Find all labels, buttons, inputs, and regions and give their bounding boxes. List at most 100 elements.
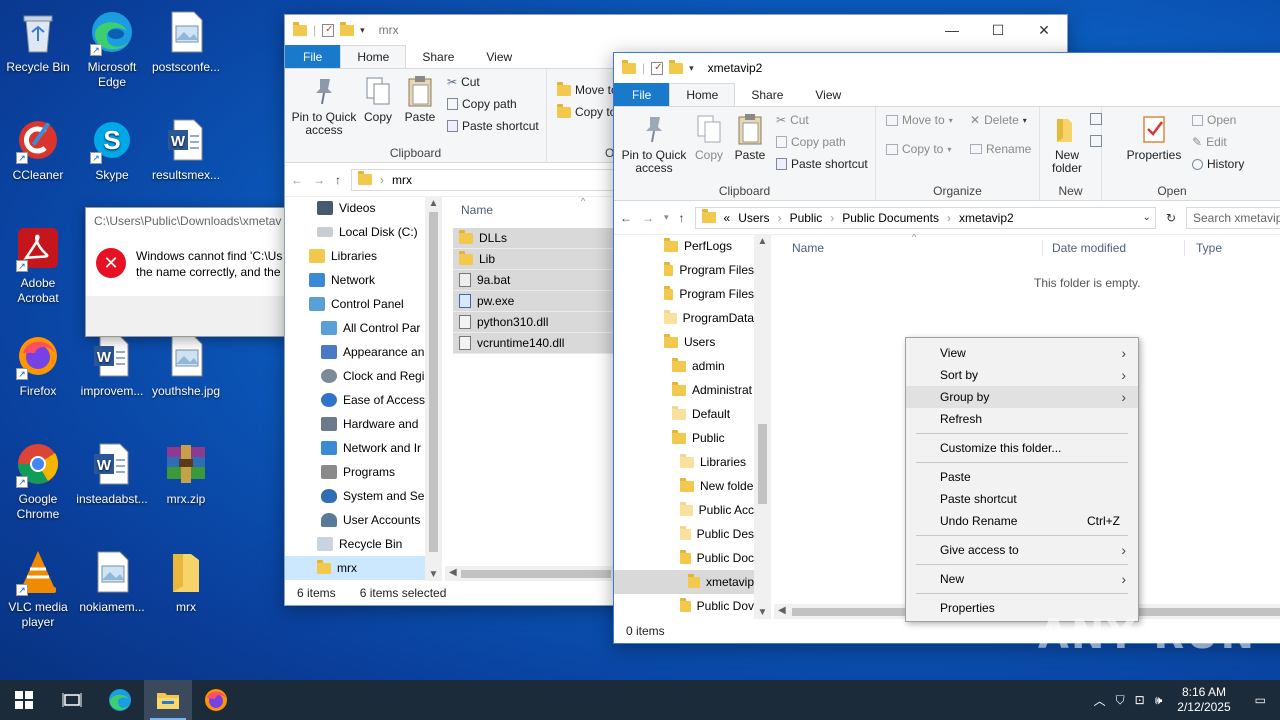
pin-quick-access-button[interactable]: Pin to Quick access [618,113,690,175]
nav-item-users[interactable]: Users [664,330,754,354]
column-header-type[interactable]: Type [1196,241,1222,255]
nav-item-videos[interactable]: Videos [317,196,425,220]
quick-access-dropdown-icon[interactable]: ▾ [689,63,694,74]
nav-scrollbar[interactable]: ▲ ▼ [754,234,771,620]
file-row-vcruntime140-dll[interactable]: vcruntime140.dll [453,333,613,354]
nav-item-program-files-x86[interactable]: Program Files [664,282,754,306]
volume-icon[interactable]: 🕪 [1150,693,1168,708]
hscrollbar-thumb[interactable] [461,570,611,578]
nav-item-public-account-pictures[interactable]: Public Acc [680,498,754,522]
close-button[interactable]: ✕ [1021,15,1067,45]
properties-quick-icon[interactable]: ✓ [651,61,664,75]
scroll-up-icon[interactable]: ▲ [754,236,771,247]
desktop-icon-mrx-folder[interactable]: mrx [148,548,224,615]
nav-item-mrx[interactable]: mrx [285,556,425,580]
move-to-button[interactable]: Move to [557,81,618,97]
minimize-button[interactable]: — [929,15,975,45]
nav-item-new-folder[interactable]: New folde [680,474,754,498]
back-icon[interactable]: ← [291,173,303,187]
nav-scrollbar-thumb[interactable] [758,424,767,504]
nav-item-libraries[interactable]: Libraries [680,450,754,474]
breadcrumb-overflow[interactable]: « [724,211,731,225]
nav-item-system-security[interactable]: System and Se [321,484,425,508]
file-row-python310-dll[interactable]: python310.dll [453,312,613,333]
new-folder-button[interactable]: New folder [1044,113,1090,175]
tab-view[interactable]: View [470,45,528,68]
desktop-icon-ccleaner[interactable]: ↗ CCleaner [0,116,76,183]
chevron-up-icon[interactable]: ︿ [1089,692,1111,709]
nav-item-local-disk[interactable]: Local Disk (C:) [317,220,425,244]
nav-item-default[interactable]: Default [672,402,754,426]
tab-home[interactable]: Home [669,83,736,106]
nav-item-ease-of-access[interactable]: Ease of Access [321,388,425,412]
menu-item-view[interactable]: View › [906,342,1138,364]
properties-quick-icon[interactable]: ✓ [322,23,335,37]
address-input[interactable]: « Users › Public › Public Documents › xm… [694,206,1156,229]
copy-button[interactable]: Copy [692,113,726,162]
paste-button[interactable]: Paste [732,113,768,162]
nav-item-libraries[interactable]: Libraries [309,244,425,268]
new-folder-quick-icon[interactable] [340,21,355,36]
history-button[interactable]: History [1192,157,1244,171]
nav-item-public-desktop[interactable]: Public Des [680,522,754,546]
search-input[interactable]: Search xmetavip [1186,206,1280,229]
nav-item-clock-region[interactable]: Clock and Regi [321,364,425,388]
desktop-icon-google-chrome[interactable]: ↗ Google Chrome [0,440,76,522]
paste-shortcut-button[interactable]: Paste shortcut [776,157,868,171]
clock[interactable]: 8:16 AM 2/12/2025 [1167,685,1240,715]
copy-button[interactable]: Copy [361,75,395,124]
move-to-button[interactable]: Move to ▾ [886,113,953,127]
up-icon[interactable]: ↑ [335,173,341,187]
start-button[interactable] [0,680,48,720]
new-item-icon[interactable] [1090,113,1102,125]
breadcrumb-mrx[interactable]: mrx [392,173,412,187]
menu-item-refresh[interactable]: Refresh [906,408,1138,430]
desktop-icon-firefox[interactable]: ↗ Firefox [0,332,76,399]
easy-access-icon[interactable] [1090,135,1102,147]
nav-item-public-downloads[interactable]: Public Dov [680,594,754,618]
taskbar-file-explorer-button[interactable] [144,680,192,720]
tab-file[interactable]: File [614,83,670,106]
copy-to-button[interactable]: Copy to ▾ [886,142,951,156]
menu-item-sort-by[interactable]: Sort by › [906,364,1138,386]
tab-share[interactable]: Share [406,45,470,68]
nav-scrollbar-thumb[interactable] [429,212,438,552]
task-view-button[interactable] [48,680,96,720]
desktop-icon-adobe-acrobat[interactable]: ↗ Adobe Acrobat [0,224,76,306]
file-list-hscrollbar[interactable]: ◀ [445,566,615,582]
desktop-icon-insteadabst[interactable]: W insteadabst... [74,440,150,507]
nav-item-control-panel[interactable]: Control Panel [309,292,425,316]
nav-item-programdata[interactable]: ProgramData [664,306,754,330]
scroll-left-icon[interactable]: ◀ [449,567,457,578]
taskbar-firefox-button[interactable] [192,680,240,720]
desktop-icon-vlc[interactable]: ↗ VLC media player [0,548,76,630]
column-header-name[interactable]: Name ^ [453,196,613,224]
desktop-icon-microsoft-edge[interactable]: ↗ Microsoft Edge [74,8,150,90]
desktop-icon-recycle-bin[interactable]: Recycle Bin [0,8,76,75]
up-icon[interactable]: ↑ [679,211,685,225]
breadcrumb-public-documents[interactable]: Public Documents [842,211,939,225]
nav-item-all-control-panel[interactable]: All Control Par [321,316,425,340]
column-header-name[interactable]: Name [792,241,824,255]
menu-item-customize-folder[interactable]: Customize this folder... [906,437,1138,459]
maximize-button[interactable]: ☐ [975,15,1021,45]
nav-item-perflogs[interactable]: PerfLogs [664,234,754,258]
menu-item-new[interactable]: New › [906,568,1138,590]
breadcrumb-xmetavip2[interactable]: xmetavip2 [959,211,1014,225]
forward-icon[interactable]: → [313,173,325,187]
forward-icon[interactable]: → [642,211,654,225]
menu-item-give-access[interactable]: Give access to › [906,539,1138,561]
cut-button[interactable]: ✂ Cut [776,113,809,127]
nav-item-programs[interactable]: Programs [321,460,425,484]
scroll-down-icon[interactable]: ▼ [425,569,442,580]
paste-shortcut-button[interactable]: Paste shortcut [447,119,539,133]
nav-item-network-internet[interactable]: Network and Ir [321,436,425,460]
menu-item-undo-rename[interactable]: Undo Rename Ctrl+Z [906,510,1138,532]
file-row-9a-bat[interactable]: 9a.bat [453,270,613,291]
nav-item-user-accounts[interactable]: User Accounts [321,508,425,532]
address-dropdown-icon[interactable]: ⌄ [1143,212,1151,223]
cut-button[interactable]: ✂ Cut [447,75,480,89]
scroll-up-icon[interactable]: ▲ [425,198,442,209]
copy-to-button[interactable]: Copy to [557,103,616,119]
breadcrumb-users[interactable]: Users [738,211,769,225]
